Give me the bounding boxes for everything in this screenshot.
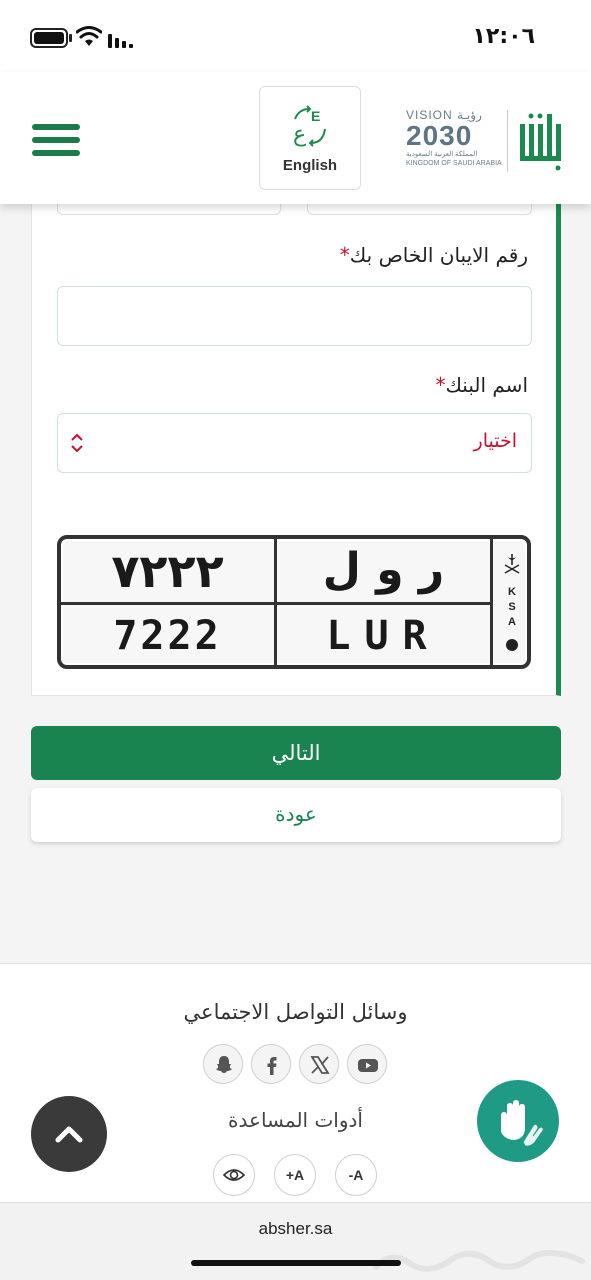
x-link[interactable] xyxy=(299,1044,339,1084)
iban-input[interactable] xyxy=(57,286,532,346)
plate-english-letters: LUR xyxy=(326,613,441,659)
home-indicator xyxy=(191,1260,401,1266)
social-media-title: وسائل التواصل الاجتماعي xyxy=(183,1000,408,1024)
iban-label: رقم الايبان الخاص بك* xyxy=(339,243,528,267)
sign-language-button[interactable] xyxy=(477,1080,559,1162)
youtube-icon xyxy=(358,1059,378,1072)
saudi-emblem-icon xyxy=(504,554,520,574)
increase-font-button[interactable]: +A xyxy=(274,1154,316,1196)
plate-arabic-letters: ر و ل xyxy=(322,544,445,595)
license-plate: ٧٢٢٢ ر و ل 7222 LUR K S A xyxy=(57,535,531,669)
logo-divider xyxy=(507,110,508,172)
youtube-link[interactable] xyxy=(347,1044,387,1084)
plate-arabic-numbers: ٧٢٢٢ xyxy=(111,544,224,598)
battery-icon xyxy=(30,28,68,48)
url-text: absher.sa xyxy=(258,1219,333,1238)
required-mark: * xyxy=(435,373,446,397)
language-switch-button[interactable]: E ع English xyxy=(259,86,361,190)
haraj-watermark-icon xyxy=(373,1249,585,1272)
cellular-signal-icon xyxy=(108,34,133,48)
chevron-up-icon xyxy=(55,1126,83,1143)
hamburger-menu-button[interactable] xyxy=(32,124,80,156)
status-bar: ١٢:٠٦ xyxy=(0,0,591,72)
vision-2030-logo: VISION رؤيـة 2030 المملكة العربية السعود… xyxy=(406,108,502,167)
plate-english-numbers: 7222 xyxy=(113,613,222,659)
page-footer: وسائل التواصل الاجتماعي أدوات المساعدة +… xyxy=(0,963,591,1280)
bank-name-select[interactable]: اختيار xyxy=(57,413,532,473)
x-icon xyxy=(310,1056,330,1074)
snapchat-link[interactable] xyxy=(203,1044,243,1084)
plate-country-code: K S A xyxy=(508,586,516,628)
plate-country-strip: K S A xyxy=(493,539,531,665)
app-header: E ع English VISION رؤيـة 2030 المملكة ال… xyxy=(0,72,591,204)
decrease-font-button[interactable]: -A xyxy=(335,1154,377,1196)
sign-language-icon xyxy=(501,1100,544,1147)
scroll-to-top-button[interactable] xyxy=(31,1096,107,1172)
svg-text:E: E xyxy=(311,108,320,124)
plate-screw-dot xyxy=(506,639,518,651)
wifi-icon xyxy=(76,26,102,46)
facebook-link[interactable] xyxy=(251,1044,291,1084)
browser-url-bar[interactable]: absher.sa xyxy=(0,1202,591,1280)
language-toggle-icon: E ع xyxy=(293,105,326,147)
snapchat-icon xyxy=(216,1056,232,1073)
absher-logo xyxy=(520,113,561,171)
svg-text:ع: ع xyxy=(293,122,306,147)
menu-icon xyxy=(32,124,80,130)
bank-name-label: اسم البنك* xyxy=(435,373,528,397)
high-contrast-button[interactable] xyxy=(213,1154,255,1196)
next-button[interactable]: التالي xyxy=(31,726,561,780)
language-label: English xyxy=(282,157,338,174)
select-arrows-icon xyxy=(71,433,83,453)
bank-select-value: اختيار xyxy=(473,430,517,452)
back-button[interactable]: عودة xyxy=(31,788,561,842)
bank-details-form: رقم الايبان الخاص بك* اسم البنك* اختيار … xyxy=(31,196,561,696)
required-mark: * xyxy=(339,243,350,267)
eye-icon xyxy=(222,1169,246,1181)
status-time: ١٢:٠٦ xyxy=(472,24,535,49)
facebook-icon xyxy=(267,1057,277,1075)
